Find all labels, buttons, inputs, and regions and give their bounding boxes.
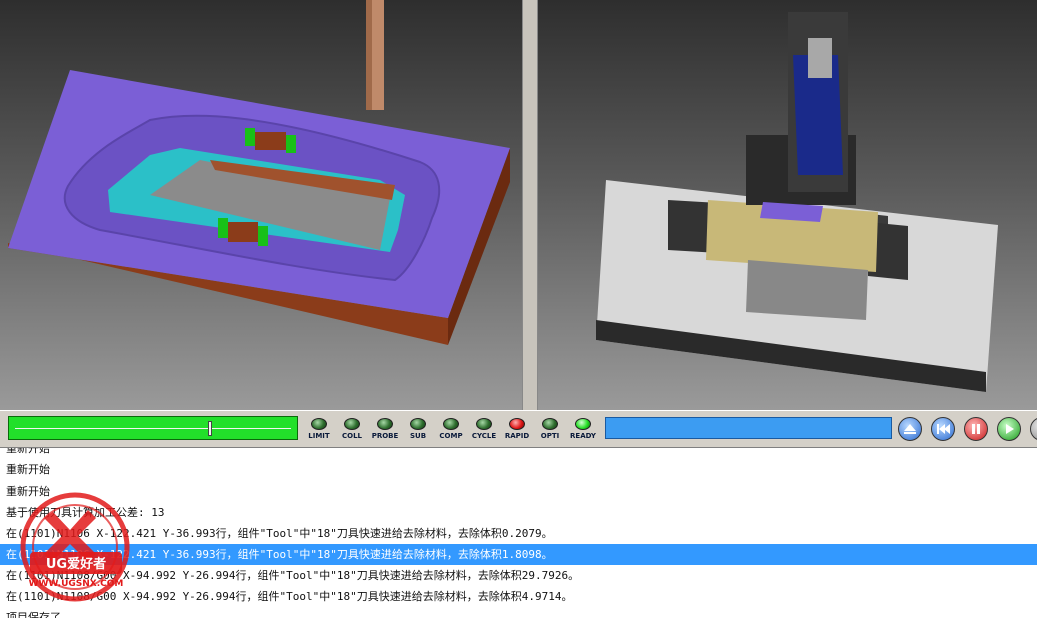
rapid-led-icon — [509, 418, 525, 430]
rewind-icon — [937, 424, 950, 434]
rewind-button[interactable] — [931, 417, 955, 441]
limit-led-icon — [311, 418, 327, 430]
indicator-label: COMP — [439, 432, 463, 440]
indicator-sub: SUB — [402, 413, 434, 445]
pause-button[interactable] — [964, 417, 988, 441]
slider-track — [15, 428, 291, 429]
ready-led-icon — [575, 418, 591, 430]
indicator-opti: OPTI — [534, 413, 566, 445]
comp-led-icon — [443, 418, 459, 430]
indicator-label: READY — [570, 432, 596, 440]
coll-led-icon — [344, 418, 360, 430]
log-line: 重新开始 — [6, 463, 50, 476]
simulation-control-bar: LIMIT COLL PROBE SUB COMP CYCLE RAPID OP… — [0, 410, 1037, 448]
pause-icon — [972, 424, 980, 434]
indicator-label: SUB — [409, 432, 427, 440]
log-line-selected[interactable]: 在(1101)N1106 X-122.421 Y-36.993行，组件"Tool… — [0, 544, 1037, 565]
simulation-progress-bar — [605, 417, 892, 439]
step-button[interactable] — [1030, 417, 1037, 441]
indicator-limit: LIMIT — [303, 413, 335, 445]
probe-led-icon — [377, 418, 393, 430]
part-viewport[interactable] — [0, 0, 522, 410]
indicator-comp: COMP — [435, 413, 467, 445]
viewport-splitter[interactable] — [522, 0, 538, 410]
log-line: 项目保存了。 — [6, 611, 72, 618]
indicator-label: OPTI — [540, 432, 560, 440]
slider-thumb[interactable] — [208, 421, 212, 436]
indicator-label: COLL — [341, 432, 362, 440]
indicator-coll: COLL — [336, 413, 368, 445]
machine-viewport[interactable] — [538, 0, 1037, 410]
indicator-label: RAPID — [504, 432, 530, 440]
eject-icon — [904, 424, 916, 434]
watermark-logo: UG爱好者 WWW.UGSNX.COM — [20, 492, 130, 602]
play-icon — [1006, 424, 1014, 434]
play-button[interactable] — [997, 417, 1021, 441]
opti-led-icon — [542, 418, 558, 430]
message-log[interactable]: 重新开始 重新开始 重新开始 基于使用刀具计算加工公差: 13 在(1101)N… — [0, 447, 1037, 618]
watermark-brand: UG爱好者 — [46, 556, 106, 572]
part-render — [8, 0, 510, 345]
indicator-cycle: CYCLE — [468, 413, 500, 445]
cycle-led-icon — [476, 418, 492, 430]
eject-button[interactable] — [898, 417, 922, 441]
indicator-ready: READY — [567, 413, 599, 445]
sub-led-icon — [410, 418, 426, 430]
indicator-label: LIMIT — [308, 432, 330, 440]
log-line: 重新开始 — [6, 447, 50, 455]
indicator-label: PROBE — [371, 432, 399, 440]
watermark-stamp: UG爱好者 WWW.UGSNX.COM — [18, 490, 133, 605]
watermark-url: WWW.UGSNX.COM — [29, 579, 124, 589]
indicator-rapid: RAPID — [501, 413, 533, 445]
indicator-label: CYCLE — [471, 432, 497, 440]
machine-render — [596, 12, 998, 392]
indicator-probe: PROBE — [369, 413, 401, 445]
speed-slider[interactable] — [8, 416, 298, 440]
